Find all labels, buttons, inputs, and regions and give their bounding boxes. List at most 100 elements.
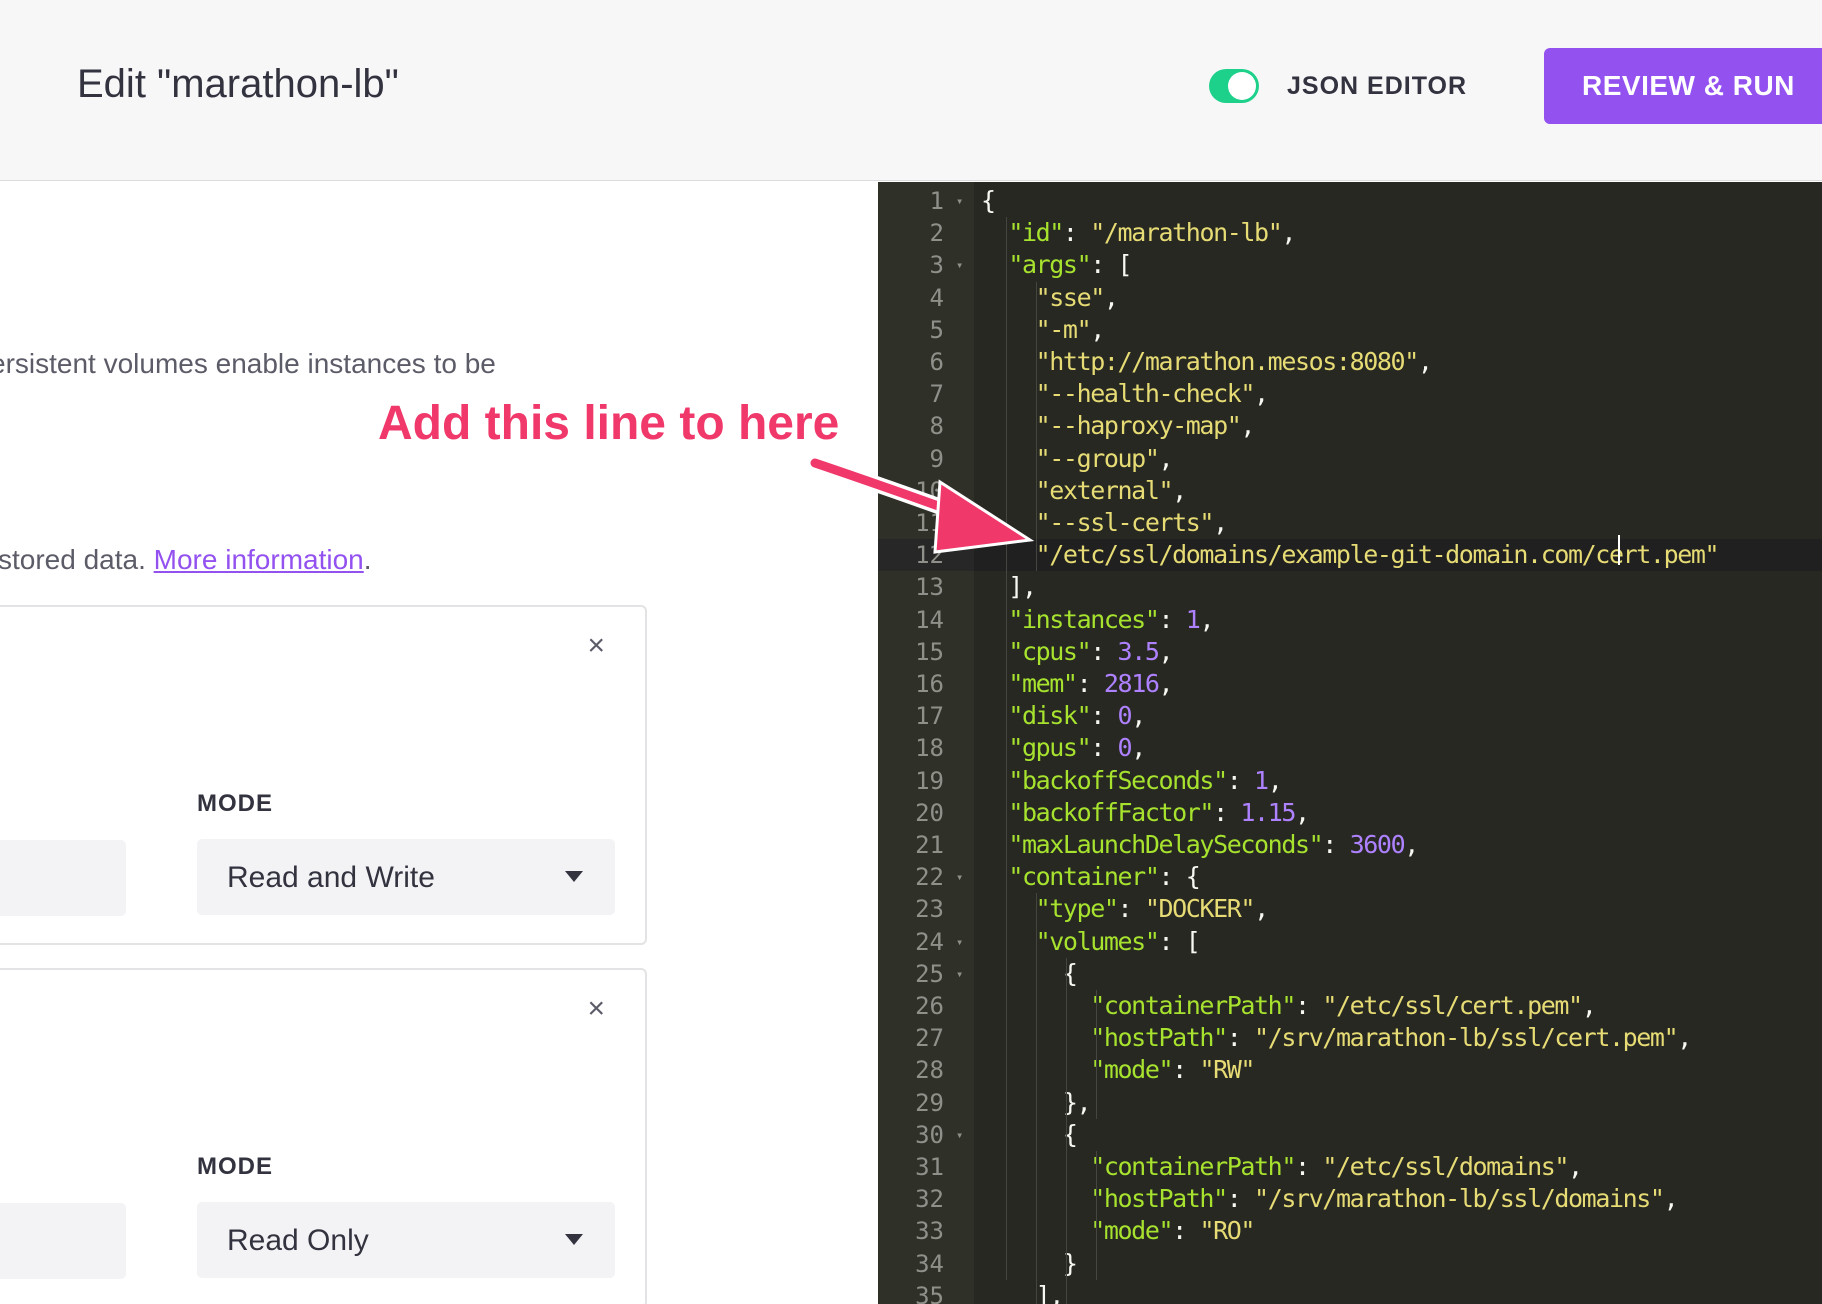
volumes-description-2: stored data. More information. bbox=[0, 544, 372, 576]
line-number: 28 bbox=[915, 1056, 944, 1085]
fold-arrow-icon[interactable]: ▾ bbox=[956, 960, 963, 988]
code-line[interactable]: 7 "--health-check", bbox=[878, 378, 1822, 410]
code-line[interactable]: 6 "http://marathon.mesos:8080", bbox=[878, 346, 1822, 378]
mode-select[interactable]: Read and Write bbox=[197, 839, 615, 915]
code-line[interactable]: 22 ▾ "container": { bbox=[878, 861, 1822, 893]
code-text: "sse", bbox=[1035, 282, 1119, 312]
gutter-cell: 32 bbox=[878, 1183, 974, 1215]
json-code-editor[interactable]: 1 ▾ {2 "id": "/marathon-lb", 3 ▾ "args": [4 … bbox=[878, 182, 1822, 1304]
code-line[interactable]: 17 "disk": 0, bbox=[878, 700, 1822, 732]
code-line[interactable]: 4 "sse", bbox=[878, 282, 1822, 314]
code-text: "--group", bbox=[1035, 443, 1174, 473]
code-line[interactable]: 28 "mode": "RW" bbox=[878, 1054, 1822, 1086]
indent-guide bbox=[1066, 957, 1067, 1304]
code-text: "volumes": [ bbox=[1035, 926, 1201, 956]
code-line[interactable]: 13 ], bbox=[878, 571, 1822, 603]
gutter-cell: 19 bbox=[878, 765, 974, 797]
remove-volume-button[interactable]: × bbox=[587, 994, 605, 1024]
page-header: Edit "marathon-lb" JSON EDITOR REVIEW & … bbox=[0, 0, 1822, 181]
review-and-run-button[interactable]: REVIEW & RUN bbox=[1544, 48, 1822, 124]
code-line[interactable]: 33 "mode": "RO" bbox=[878, 1215, 1822, 1247]
code-line[interactable]: 15 "cpus": 3.5, bbox=[878, 636, 1822, 668]
mode-select-value: Read Only bbox=[227, 1224, 369, 1257]
gutter-cell: 24 ▾ bbox=[878, 926, 974, 958]
code-line[interactable]: 10 "external", bbox=[878, 475, 1822, 507]
code-text: "cpus": 3.5, bbox=[1008, 636, 1173, 666]
line-number: 24 bbox=[915, 927, 944, 956]
code-line[interactable]: 35 ], bbox=[878, 1280, 1822, 1304]
gutter-cell: 18 bbox=[878, 732, 974, 764]
code-text: "containerPath": "/etc/ssl/cert.pem", bbox=[1090, 991, 1596, 1020]
line-number: 26 bbox=[915, 992, 944, 1020]
line-number: 22 bbox=[915, 863, 944, 892]
code-line[interactable]: 2 "id": "/marathon-lb", bbox=[878, 217, 1822, 249]
code-line[interactable]: 31 "containerPath": "/etc/ssl/domains", bbox=[878, 1151, 1822, 1183]
code-line[interactable]: 26 "containerPath": "/etc/ssl/cert.pem", bbox=[878, 990, 1822, 1022]
code-line[interactable]: 29 }, bbox=[878, 1087, 1822, 1119]
code-line[interactable]: 16 "mem": 2816, bbox=[878, 668, 1822, 700]
indent-guide bbox=[1036, 281, 1037, 572]
gutter-cell: 25 ▾ bbox=[878, 958, 974, 990]
code-text: "args": [ bbox=[1008, 250, 1132, 280]
gutter-cell: 13 bbox=[878, 571, 974, 603]
line-number: 2 bbox=[929, 219, 944, 248]
gutter-cell: 10 bbox=[878, 475, 974, 507]
code-text: "mem": 2816, bbox=[1008, 669, 1173, 698]
code-line[interactable]: 25 ▾ { bbox=[878, 958, 1822, 990]
code-text: { bbox=[981, 958, 1078, 988]
code-line[interactable]: 9 "--group", bbox=[878, 443, 1822, 475]
gutter-cell: 12 bbox=[878, 539, 974, 572]
code-line[interactable]: 21 "maxLaunchDelaySeconds": 3600, bbox=[878, 829, 1822, 861]
code-line[interactable]: 5 "-m", bbox=[878, 314, 1822, 346]
line-number: 1 bbox=[929, 187, 944, 215]
code-line[interactable]: 23 "type": "DOCKER", bbox=[878, 893, 1822, 925]
text-cursor bbox=[1618, 535, 1620, 565]
code-line[interactable]: 24 ▾ "volumes": [ bbox=[878, 926, 1822, 958]
code-line[interactable]: 30 ▾ { bbox=[878, 1119, 1822, 1151]
code-line[interactable]: 18 "gpus": 0, bbox=[878, 732, 1822, 764]
gutter-cell: 15 bbox=[878, 636, 974, 668]
code-line[interactable]: 32 "hostPath": "/srv/marathon-lb/ssl/dom… bbox=[878, 1183, 1822, 1215]
code-line[interactable]: 12 "/etc/ssl/domains/example-git-domain.… bbox=[878, 539, 1822, 572]
fold-arrow-icon[interactable]: ▾ bbox=[956, 187, 963, 215]
code-text: "-m", bbox=[1035, 314, 1106, 344]
code-text: "external", bbox=[1035, 475, 1188, 505]
mode-select[interactable]: Read Only bbox=[197, 1202, 615, 1278]
fold-arrow-icon[interactable]: ▾ bbox=[956, 928, 963, 956]
code-line[interactable]: 20 "backoffFactor": 1.15, bbox=[878, 797, 1822, 829]
code-line[interactable]: 34 } bbox=[878, 1248, 1822, 1280]
remove-volume-button[interactable]: × bbox=[587, 631, 605, 661]
line-number: 3 bbox=[929, 251, 944, 280]
json-editor-toggle[interactable] bbox=[1209, 69, 1259, 103]
line-number: 9 bbox=[929, 444, 944, 473]
gutter-cell: 27 bbox=[878, 1022, 974, 1054]
line-number: 29 bbox=[915, 1088, 944, 1117]
gutter-cell: 7 bbox=[878, 378, 974, 410]
gutter-cell: 21 bbox=[878, 829, 974, 861]
fold-arrow-icon[interactable]: ▾ bbox=[956, 863, 963, 891]
fold-arrow-icon[interactable]: ▾ bbox=[956, 1121, 963, 1149]
code-text: ], bbox=[981, 1280, 1065, 1304]
code-line[interactable]: 11 "--ssl-certs", bbox=[878, 507, 1822, 539]
line-number: 18 bbox=[915, 734, 944, 763]
volume-size-input[interactable] bbox=[0, 1203, 126, 1279]
code-text: "type": "DOCKER", bbox=[1035, 894, 1269, 924]
code-text: "--haproxy-map", bbox=[1035, 411, 1256, 441]
code-text: "maxLaunchDelaySeconds": 3600, bbox=[1008, 830, 1419, 859]
code-line[interactable]: 27 "hostPath": "/srv/marathon-lb/ssl/cer… bbox=[878, 1022, 1822, 1054]
code-line[interactable]: 3 ▾ "args": [ bbox=[878, 249, 1822, 281]
more-information-link[interactable]: More information bbox=[154, 544, 364, 575]
code-line[interactable]: 8 "--haproxy-map", bbox=[878, 410, 1822, 442]
line-number: 21 bbox=[915, 831, 944, 859]
code-line[interactable]: 14 "instances": 1, bbox=[878, 604, 1822, 636]
code-text: ], bbox=[981, 572, 1037, 602]
code-line[interactable]: 19 "backoffSeconds": 1, bbox=[878, 765, 1822, 797]
fold-arrow-icon[interactable]: ▾ bbox=[956, 251, 963, 279]
page-title: Edit "marathon-lb" bbox=[77, 62, 399, 106]
mode-select-value: Read and Write bbox=[227, 861, 435, 894]
gutter-cell: 20 bbox=[878, 797, 974, 829]
code-line[interactable]: 1 ▾{ bbox=[878, 185, 1822, 217]
volume-size-input[interactable] bbox=[0, 840, 126, 916]
gutter-cell: 16 bbox=[878, 668, 974, 700]
line-number: 17 bbox=[915, 702, 944, 731]
